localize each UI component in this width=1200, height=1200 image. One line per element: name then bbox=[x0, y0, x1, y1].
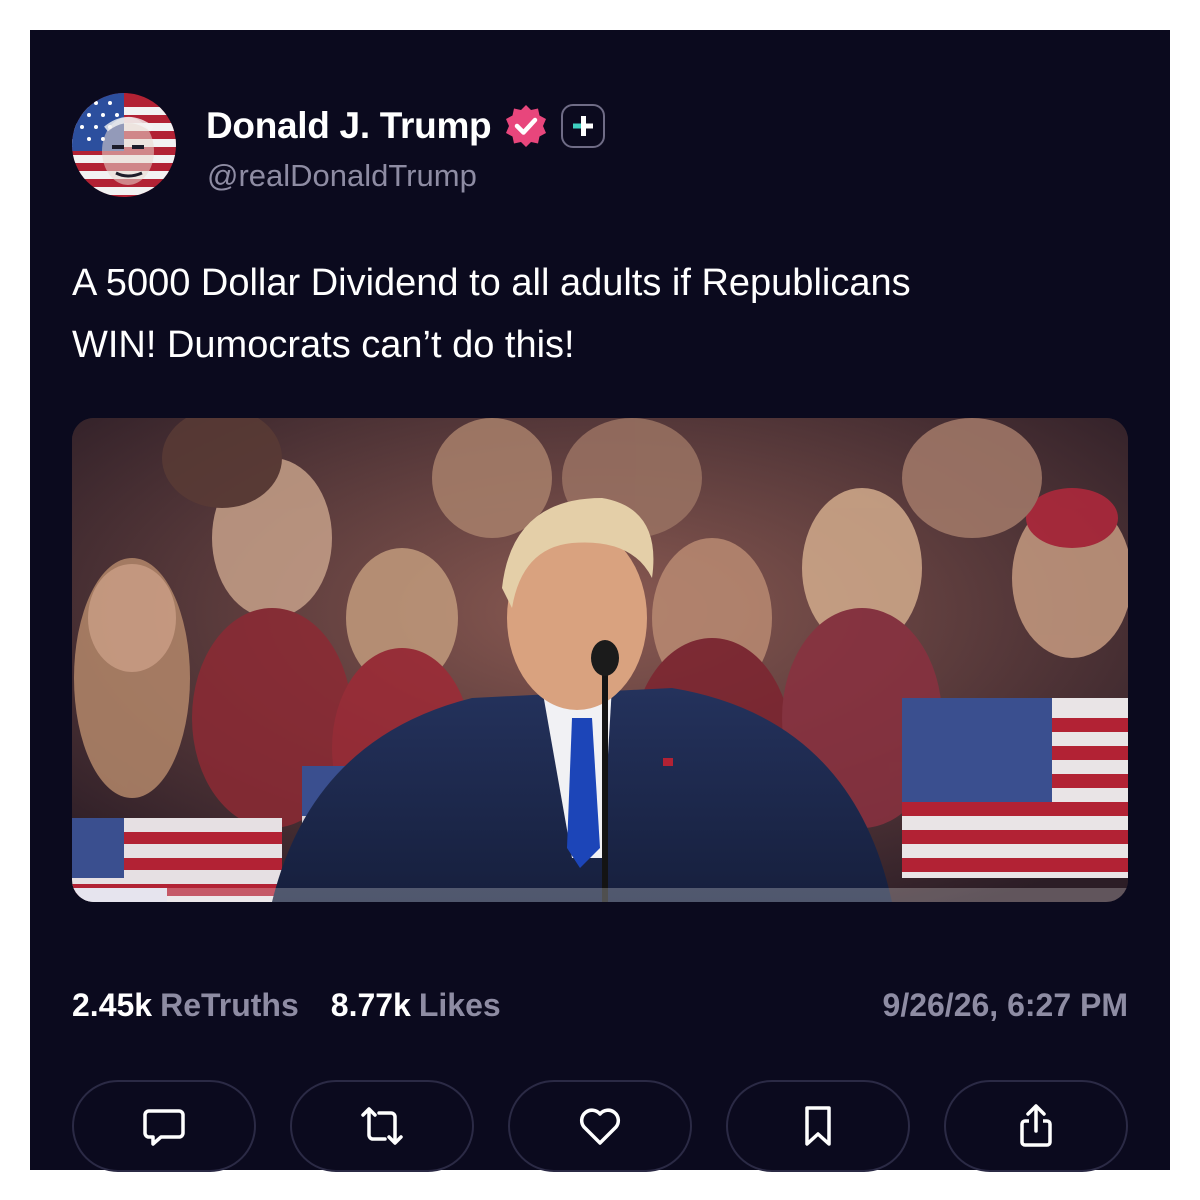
video-progress-bar[interactable] bbox=[72, 888, 1128, 902]
post-stats: 2.45k ReTruths 8.77k Likes 9/26/26, 6:27… bbox=[72, 980, 1128, 1030]
like-button[interactable] bbox=[508, 1080, 692, 1172]
share-button[interactable] bbox=[944, 1080, 1128, 1172]
avatar[interactable] bbox=[72, 93, 176, 197]
retruth-icon bbox=[361, 1107, 403, 1145]
author-handle[interactable]: @realDonaldTrump bbox=[207, 158, 477, 194]
retruths-count[interactable]: 2.45k bbox=[72, 987, 152, 1024]
action-bar bbox=[72, 1080, 1128, 1172]
author-row: Donald J. Trump bbox=[206, 102, 606, 150]
post-text-line-2: WIN! Dumocrats can’t do this! bbox=[72, 324, 575, 366]
share-icon bbox=[1020, 1104, 1052, 1147]
video-progress-fill bbox=[72, 888, 168, 902]
likes-count[interactable]: 8.77k bbox=[331, 987, 411, 1024]
plus-badge-icon[interactable] bbox=[561, 104, 606, 148]
retruths-label[interactable]: ReTruths bbox=[160, 987, 299, 1024]
likes-label[interactable]: Likes bbox=[419, 987, 501, 1024]
retruth-button[interactable] bbox=[290, 1080, 474, 1172]
reply-button[interactable] bbox=[72, 1080, 256, 1172]
bookmark-button[interactable] bbox=[726, 1080, 910, 1172]
post-text-line-1: A 5000 Dollar Dividend to all adults if … bbox=[72, 262, 911, 304]
bookmark-icon bbox=[805, 1106, 831, 1146]
comment-icon bbox=[143, 1109, 185, 1146]
post-timestamp: 9/26/26, 6:27 PM bbox=[882, 986, 1128, 1023]
verified-badge-icon bbox=[503, 103, 549, 149]
post-card: Donald J. Trump @realDonaldTrump A 5000 … bbox=[30, 30, 1170, 1172]
author-name[interactable]: Donald J. Trump bbox=[206, 105, 492, 147]
post-text: A 5000 Dollar Dividend to all adults if … bbox=[72, 252, 1142, 376]
post-video[interactable] bbox=[72, 418, 1128, 902]
video-frame bbox=[72, 418, 1128, 902]
heart-icon bbox=[579, 1108, 621, 1145]
